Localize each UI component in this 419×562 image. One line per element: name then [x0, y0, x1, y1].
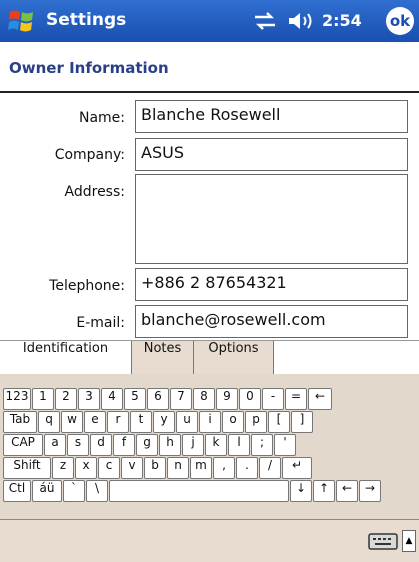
key-r[interactable]: r: [107, 411, 129, 433]
key-y[interactable]: y: [153, 411, 175, 433]
key-l[interactable]: l: [228, 434, 250, 456]
key-0[interactable]: 0: [239, 388, 261, 410]
key-123[interactable]: 123: [3, 388, 31, 410]
company-field[interactable]: ASUS: [135, 138, 408, 171]
key-accents[interactable]: áü: [32, 480, 62, 502]
key-quote[interactable]: ': [274, 434, 296, 456]
key-7[interactable]: 7: [170, 388, 192, 410]
key-w[interactable]: w: [61, 411, 83, 433]
key-period[interactable]: .: [236, 457, 258, 479]
key-f[interactable]: f: [113, 434, 135, 456]
key-comma[interactable]: ,: [213, 457, 235, 479]
page-title: Owner Information: [9, 59, 169, 77]
key-m[interactable]: m: [190, 457, 212, 479]
key-h[interactable]: h: [159, 434, 181, 456]
key-backspace[interactable]: ←: [308, 388, 332, 410]
key-right-bracket[interactable]: ]: [291, 411, 313, 433]
connectivity-icon[interactable]: [252, 8, 278, 34]
key-i[interactable]: i: [199, 411, 221, 433]
keyboard-icon[interactable]: [367, 529, 399, 553]
windows-flag-icon[interactable]: [7, 6, 37, 36]
key-caps[interactable]: CAP: [3, 434, 43, 456]
key-g[interactable]: g: [136, 434, 158, 456]
key-t[interactable]: t: [130, 411, 152, 433]
key-n[interactable]: n: [167, 457, 189, 479]
tab-identification[interactable]: Identification: [0, 341, 132, 375]
tab-strip: Identification Notes Options: [0, 340, 419, 375]
key-slash[interactable]: /: [259, 457, 281, 479]
key-arrow-right[interactable]: →: [359, 480, 381, 502]
key-2[interactable]: 2: [55, 388, 77, 410]
key-c[interactable]: c: [98, 457, 120, 479]
key-v[interactable]: v: [121, 457, 143, 479]
key-b[interactable]: b: [144, 457, 166, 479]
key-s[interactable]: s: [67, 434, 89, 456]
input-selector-arrow[interactable]: ▲: [402, 530, 416, 552]
name-label: Name:: [78, 110, 125, 126]
key-p[interactable]: p: [245, 411, 267, 433]
telephone-field[interactable]: +886 2 87654321: [135, 268, 408, 301]
name-field[interactable]: Blanche Rosewell: [135, 100, 408, 133]
key-enter[interactable]: ↵: [282, 457, 312, 479]
key-9[interactable]: 9: [216, 388, 238, 410]
volume-icon[interactable]: [286, 9, 316, 33]
telephone-label: Telephone:: [49, 278, 125, 294]
tab-notes[interactable]: Notes: [132, 341, 194, 375]
key-k[interactable]: k: [205, 434, 227, 456]
key-4[interactable]: 4: [101, 388, 123, 410]
key-equals[interactable]: =: [285, 388, 307, 410]
key-tab[interactable]: Tab: [3, 411, 37, 433]
key-ctrl[interactable]: Ctl: [3, 480, 31, 502]
key-u[interactable]: u: [176, 411, 198, 433]
header-divider: [0, 91, 419, 93]
email-field[interactable]: blanche@rosewell.com: [135, 305, 408, 338]
key-j[interactable]: j: [182, 434, 204, 456]
key-3[interactable]: 3: [78, 388, 100, 410]
key-backslash[interactable]: \: [86, 480, 108, 502]
key-minus[interactable]: -: [262, 388, 284, 410]
app-title: Settings: [46, 10, 127, 30]
key-x[interactable]: x: [75, 457, 97, 479]
title-bar: Settings 2:54 ok: [0, 0, 419, 42]
key-e[interactable]: e: [84, 411, 106, 433]
key-1[interactable]: 1: [32, 388, 54, 410]
email-label: E-mail:: [76, 315, 125, 331]
company-label: Company:: [54, 147, 125, 163]
key-d[interactable]: d: [90, 434, 112, 456]
key-arrow-down[interactable]: ↓: [290, 480, 312, 502]
key-left-bracket[interactable]: [: [268, 411, 290, 433]
key-8[interactable]: 8: [193, 388, 215, 410]
menu-bar: ▲: [0, 519, 419, 562]
key-arrow-left[interactable]: ←: [336, 480, 358, 502]
soft-keyboard: 123 1 2 3 4 5 6 7 8 9 0 - = ← Tab q w e …: [0, 374, 419, 519]
key-o[interactable]: o: [222, 411, 244, 433]
key-space[interactable]: [109, 480, 289, 502]
key-q[interactable]: q: [38, 411, 60, 433]
key-shift[interactable]: Shift: [3, 457, 51, 479]
address-field[interactable]: [135, 174, 408, 264]
key-6[interactable]: 6: [147, 388, 169, 410]
key-arrow-up[interactable]: ↑: [313, 480, 335, 502]
key-a[interactable]: a: [44, 434, 66, 456]
clock[interactable]: 2:54: [322, 11, 362, 30]
tab-options[interactable]: Options: [194, 341, 274, 375]
key-5[interactable]: 5: [124, 388, 146, 410]
key-semicolon[interactable]: ;: [251, 434, 273, 456]
ok-button[interactable]: ok: [386, 7, 414, 35]
key-z[interactable]: z: [52, 457, 74, 479]
key-backtick[interactable]: `: [63, 480, 85, 502]
address-label: Address:: [64, 184, 125, 200]
